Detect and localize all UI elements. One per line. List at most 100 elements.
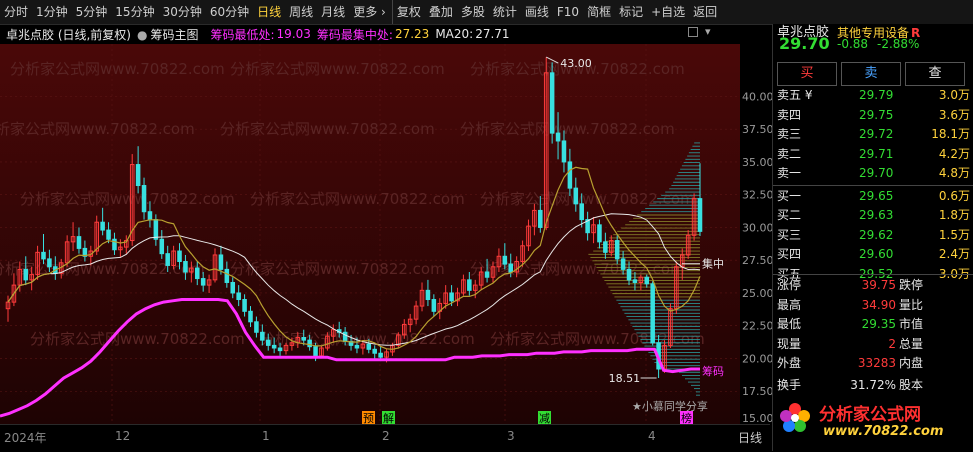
ask-row[interactable]: 卖四 29.75 3.6万 [773, 106, 973, 126]
candle-body [644, 276, 650, 285]
period-tab-3[interactable]: 15分钟 [111, 0, 158, 24]
candle-body [177, 250, 182, 263]
candle[interactable] [549, 62, 555, 144]
level-volume: 1.8万 [938, 208, 970, 222]
axis-tick-label: 30.00 [742, 221, 772, 234]
chevron-down-icon: ● [137, 27, 148, 42]
level-label: 买一 [777, 188, 802, 203]
axis-tick-label: 40.00 [742, 90, 772, 103]
bid-row[interactable]: 买二 29.63 1.8万 [773, 206, 973, 226]
candle-body [378, 352, 383, 358]
candle-body [200, 278, 206, 286]
candle[interactable] [650, 281, 655, 346]
period-tab-0[interactable]: 分时 [0, 0, 32, 24]
watermark-text: 分析家公式网www.70822.com [230, 260, 445, 278]
period-tab-2[interactable]: 5分钟 [72, 0, 112, 24]
watermark-text: 分析家公式网www.70822.com [250, 190, 465, 208]
sell-button[interactable]: 卖 [841, 62, 901, 86]
stat-label: 最低 [777, 317, 802, 331]
candlestick-chart[interactable]: 分析家公式网www.70822.com 分析家公式网www.70822.com 分析… [0, 44, 740, 424]
candle-body [538, 209, 543, 228]
stat-row: 最高 34.90 量比 [773, 296, 973, 316]
period-tab-1[interactable]: 1分钟 [32, 0, 72, 24]
watermark-text: 分析家公式网www.70822.com [230, 60, 445, 78]
stat-row: 外盘 33283 内盘 [773, 354, 973, 374]
tool-button-5[interactable]: F10 [553, 0, 583, 24]
settings-icon[interactable] [688, 27, 698, 37]
signal-text: 解 [383, 411, 394, 424]
watermark-text: 分析家公式网www.70822.com [0, 120, 195, 138]
axis-tick-label: 32.50 [742, 189, 772, 202]
ask-row[interactable]: 卖一 29.70 4.8万 [773, 164, 973, 184]
tool-button-6[interactable]: 简框 [583, 0, 615, 24]
date-label-3: 3 [507, 429, 515, 443]
expand-icon[interactable]: ▾ [705, 25, 711, 38]
period-tab-5[interactable]: 60分钟 [206, 0, 253, 24]
candle-body [549, 72, 555, 134]
query-button[interactable]: 查 [905, 62, 965, 86]
candle-body [153, 219, 159, 240]
tool-button-4[interactable]: 画线 [521, 0, 553, 24]
stat-row: 涨停 39.75 跌停 [773, 276, 973, 296]
level-price: 29.63 [859, 208, 894, 222]
ask-row[interactable]: 卖五 ¥ 29.79 3.0万 [773, 86, 973, 106]
date-label-1: 1 [262, 429, 270, 443]
level-price: 29.75 [859, 107, 894, 122]
axis-tick-label: 37.50 [742, 123, 772, 136]
bid-row[interactable]: 买三 29.62 1.5万 [773, 226, 973, 246]
period-tab-6[interactable]: 日线 [253, 0, 285, 24]
period-label[interactable]: 日线 [738, 429, 762, 446]
candle-body [614, 240, 620, 260]
candle-body [508, 263, 514, 273]
period-tab-7[interactable]: 周线 [285, 0, 317, 24]
level-price: 29.60 [859, 247, 894, 261]
candle-body [165, 253, 170, 266]
tool-button-8[interactable]: +自选 [647, 0, 689, 24]
candle-body [100, 221, 105, 231]
buy-button[interactable]: 买 [777, 62, 837, 86]
brand-logo: 分析家公式网 www.70822.com [775, 396, 971, 448]
tool-button-0[interactable]: 复权 [391, 0, 425, 24]
logo-url: www.70822.com [823, 424, 944, 439]
candle-body [47, 258, 52, 268]
candle-body [626, 268, 632, 281]
candle-body [224, 268, 230, 283]
signature-text: ★小慕同学分享 [632, 399, 708, 413]
tool-button-2[interactable]: 多股 [457, 0, 489, 24]
period-tab-9[interactable]: 更多 › [349, 0, 390, 24]
tool-button-3[interactable]: 统计 [489, 0, 521, 24]
chip-label: 筹码 [702, 364, 724, 378]
stat-value: 31.72% [850, 377, 896, 392]
ask-row[interactable]: 卖三 29.72 18.1万 [773, 125, 973, 145]
period-tab-4[interactable]: 30分钟 [159, 0, 206, 24]
candle-body [372, 348, 377, 354]
level-volume: 18.1万 [931, 127, 970, 141]
flower-logo-icon [780, 403, 810, 432]
tool-button-1[interactable]: 叠加 [425, 0, 457, 24]
candle-body [277, 347, 283, 352]
bid-row[interactable]: 买一 29.65 0.6万 [773, 187, 973, 207]
candle-body [260, 331, 265, 341]
candle-body [573, 187, 579, 205]
candle-body [484, 271, 490, 278]
stat-label-2: 量比 [899, 297, 924, 312]
tool-button-9[interactable]: 返回 [689, 0, 721, 24]
signal-text: 榜 [681, 411, 692, 424]
axis-tick-label: 25.00 [742, 287, 772, 300]
signal-text: 预 [363, 412, 374, 424]
bid-row[interactable]: 买四 29.60 2.4万 [773, 245, 973, 265]
period-tab-8[interactable]: 月线 [317, 0, 349, 24]
price-change: -0.88 [837, 37, 869, 51]
level-volume: 2.4万 [938, 247, 970, 261]
ask-row[interactable]: 卖二 29.71 4.2万 [773, 145, 973, 165]
date-label-12: 12 [115, 429, 131, 443]
stat-value: 34.90 [861, 297, 896, 312]
candle-body [366, 343, 372, 350]
low-price-label: 18.51 [609, 372, 641, 385]
indicator-dropdown[interactable]: ● 筹码主图 [137, 26, 205, 43]
tool-button-7[interactable]: 标记 [615, 0, 647, 24]
level-price: 29.72 [859, 127, 894, 141]
candle-body [271, 344, 277, 349]
stat-label-2: 股本 [899, 377, 924, 392]
candle-body [76, 236, 82, 249]
